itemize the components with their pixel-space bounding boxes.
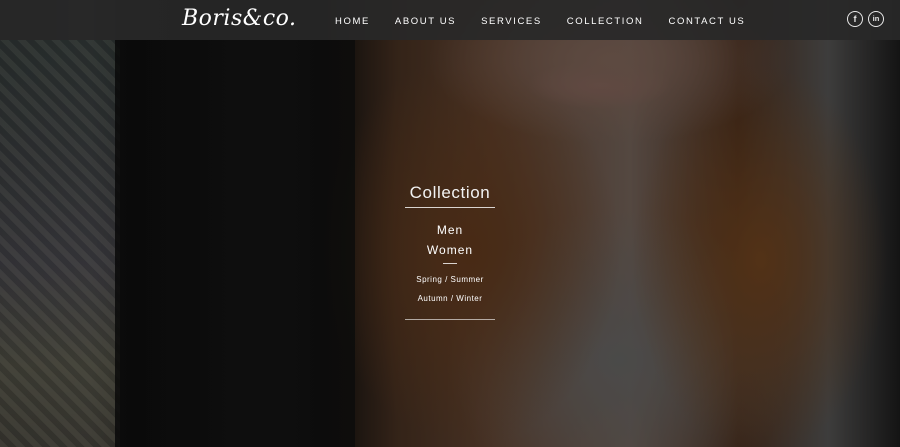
season-link-spring-summer[interactable]: Spring / Summer — [0, 270, 900, 289]
nav-link-services[interactable]: SERVICES — [481, 16, 542, 27]
short-divider — [443, 263, 457, 264]
main-nav: HOME ABOUT US SERVICES COLLECTION CONTAC… — [335, 0, 745, 40]
nav-link-contact-us[interactable]: CONTACT US — [669, 16, 746, 27]
nav-link-about-us[interactable]: ABOUT US — [395, 16, 456, 27]
nav-item-services: SERVICES — [481, 11, 542, 29]
facebook-icon[interactable]: f — [847, 11, 863, 27]
collection-season-list: Spring / Summer Autumn / Winter — [0, 270, 900, 308]
nav-item-collection: COLLECTION — [567, 11, 644, 29]
page: Boris&co. HOME ABOUT US SERVICES COLLECT… — [0, 0, 900, 447]
social-links: f in — [847, 11, 884, 27]
collection-menu: Collection Men Women Spring / Summer Aut… — [0, 180, 900, 320]
nav-item-home: HOME — [335, 11, 370, 29]
nav-item-about-us: ABOUT US — [395, 11, 456, 29]
linkedin-icon[interactable]: in — [868, 11, 884, 27]
collection-link-women[interactable]: Women — [0, 240, 900, 260]
bottom-divider — [405, 319, 495, 320]
nav-link-home[interactable]: HOME — [335, 16, 370, 27]
brand-logo[interactable]: Boris&co. — [182, 4, 297, 34]
season-link-autumn-winter[interactable]: Autumn / Winter — [0, 289, 900, 308]
collection-main-list: Men Women — [0, 220, 900, 260]
nav-item-contact-us: CONTACT US — [669, 11, 746, 29]
title-divider — [405, 207, 495, 208]
collection-link-men[interactable]: Men — [0, 220, 900, 240]
nav-link-collection[interactable]: COLLECTION — [567, 16, 644, 27]
collection-title: Collection — [409, 183, 491, 202]
top-navbar: Boris&co. HOME ABOUT US SERVICES COLLECT… — [0, 0, 900, 40]
